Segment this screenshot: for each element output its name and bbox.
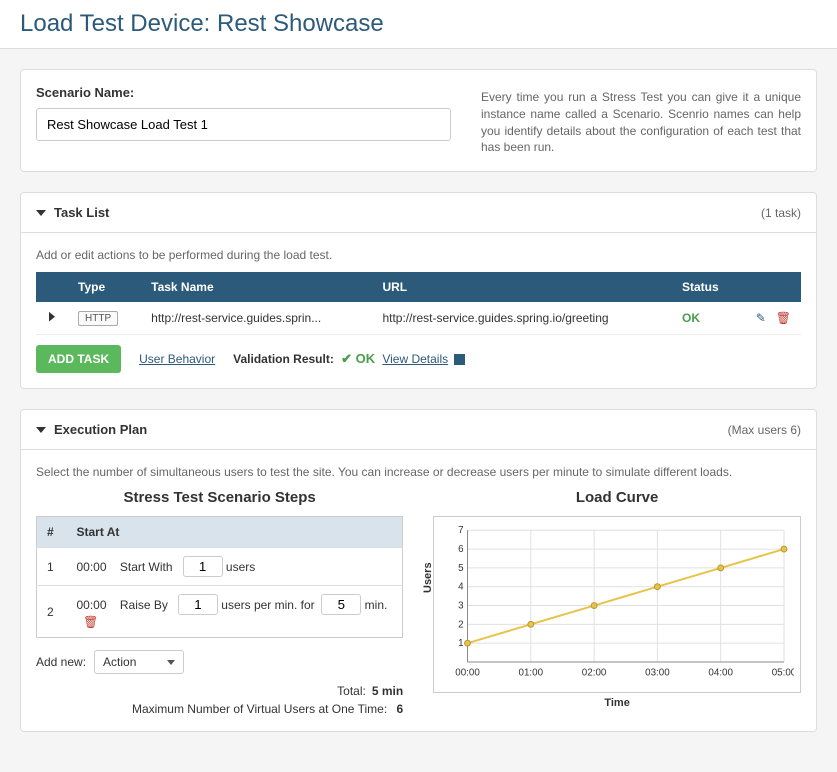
task-list-help: Add or edit actions to be performed duri… (36, 248, 801, 262)
task-list-panel: Task List (1 task) Add or edit actions t… (20, 192, 817, 389)
max-vu-value: 6 (393, 702, 403, 716)
steps-title: Stress Test Scenario Steps (36, 489, 403, 506)
add-new-label: Add new: (36, 655, 86, 669)
y-axis-label: Users (422, 562, 434, 593)
svg-text:1: 1 (458, 638, 463, 649)
chevron-down-icon (36, 427, 46, 433)
x-axis-label: Time (433, 697, 801, 709)
svg-text:4: 4 (458, 582, 464, 593)
step-row: 1 00:00 Start With users (37, 548, 403, 586)
scenario-help-text: Every time you run a Stress Test you can… (481, 85, 801, 156)
total-label: Total: (337, 684, 366, 698)
delete-icon[interactable]: 🗑 (776, 311, 791, 325)
scenario-name-label: Scenario Name: (36, 85, 451, 100)
step-action: Start With (120, 560, 173, 574)
chevron-down-icon (36, 210, 46, 216)
validation-result-label: Validation Result: (233, 352, 334, 366)
svg-text:7: 7 (458, 525, 463, 536)
validation-status: OK (356, 351, 376, 366)
step-suffix: users (226, 560, 255, 574)
svg-text:3: 3 (458, 601, 464, 612)
total-value: 5 min (372, 684, 403, 698)
svg-text:00:00: 00:00 (455, 668, 480, 679)
step-action: Raise By (120, 598, 168, 612)
external-link-icon[interactable] (454, 354, 465, 365)
status-badge: OK (682, 311, 700, 325)
task-count: (1 task) (761, 206, 801, 220)
step-suffix: users per min. for (221, 598, 314, 612)
svg-text:02:00: 02:00 (582, 668, 607, 679)
svg-text:6: 6 (458, 544, 464, 555)
step-suffix2: min. (365, 598, 388, 612)
col-type: Type (68, 272, 141, 302)
svg-text:03:00: 03:00 (645, 668, 670, 679)
svg-text:5: 5 (458, 563, 464, 574)
add-task-button[interactable]: ADD TASK (36, 345, 121, 373)
col-status: Status (672, 272, 741, 302)
action-select[interactable]: Action (94, 650, 184, 674)
max-users-text: (Max users 6) (728, 423, 801, 437)
svg-text:05:00: 05:00 (772, 668, 794, 679)
col-name: Task Name (141, 272, 372, 302)
load-curve-title: Load Curve (433, 489, 801, 506)
expand-row-icon[interactable] (46, 311, 58, 323)
svg-text:01:00: 01:00 (519, 668, 544, 679)
task-name-cell: http://rest-service.guides.sprin... (141, 302, 372, 335)
check-icon: ✔ (337, 351, 352, 366)
page-title: Load Test Device: Rest Showcase (0, 0, 837, 49)
execution-plan-title: Execution Plan (54, 422, 147, 437)
task-list-title: Task List (54, 205, 109, 220)
svg-text:2: 2 (458, 619, 463, 630)
chevron-down-icon (167, 660, 175, 665)
table-row: HTTP http://rest-service.guides.sprin...… (36, 302, 801, 335)
action-select-value: Action (103, 655, 136, 669)
max-vu-label: Maximum Number of Virtual Users at One T… (132, 702, 387, 716)
step-value-input[interactable] (183, 556, 223, 577)
task-url-cell: http://rest-service.guides.spring.io/gre… (372, 302, 672, 335)
edit-icon[interactable]: ✎ (756, 311, 766, 325)
execution-help: Select the number of simultaneous users … (36, 465, 801, 479)
step-num: 1 (37, 548, 67, 586)
scenario-name-input[interactable] (36, 108, 451, 141)
col-start-at: Start At (67, 517, 403, 548)
view-details-link[interactable]: View Details (382, 352, 448, 366)
scenario-panel: Scenario Name: Every time you run a Stre… (20, 69, 817, 172)
execution-plan-header[interactable]: Execution Plan (Max users 6) (21, 410, 816, 450)
user-behavior-link[interactable]: User Behavior (139, 352, 215, 366)
step-duration-input[interactable] (321, 594, 361, 615)
execution-plan-panel: Execution Plan (Max users 6) Select the … (20, 409, 817, 732)
col-num: # (37, 517, 67, 548)
step-start-at: 00:00 (77, 598, 107, 612)
task-table: Type Task Name URL Status HTTP http://re… (36, 272, 801, 335)
http-badge: HTTP (78, 311, 118, 326)
col-url: URL (372, 272, 672, 302)
svg-text:04:00: 04:00 (709, 668, 734, 679)
step-num: 2 (37, 586, 67, 638)
step-value-input[interactable] (178, 594, 218, 615)
step-start-at: 00:00 (77, 560, 107, 574)
task-list-header[interactable]: Task List (1 task) (21, 193, 816, 233)
delete-step-icon[interactable]: 🗑 (83, 615, 98, 629)
step-row: 2 00:00 Raise By users per min. for min.… (37, 586, 403, 638)
load-curve-chart: 123456700:0001:0002:0003:0004:0005:00 Us… (433, 516, 801, 693)
steps-table: # Start At 1 00:00 Start With (36, 516, 403, 638)
